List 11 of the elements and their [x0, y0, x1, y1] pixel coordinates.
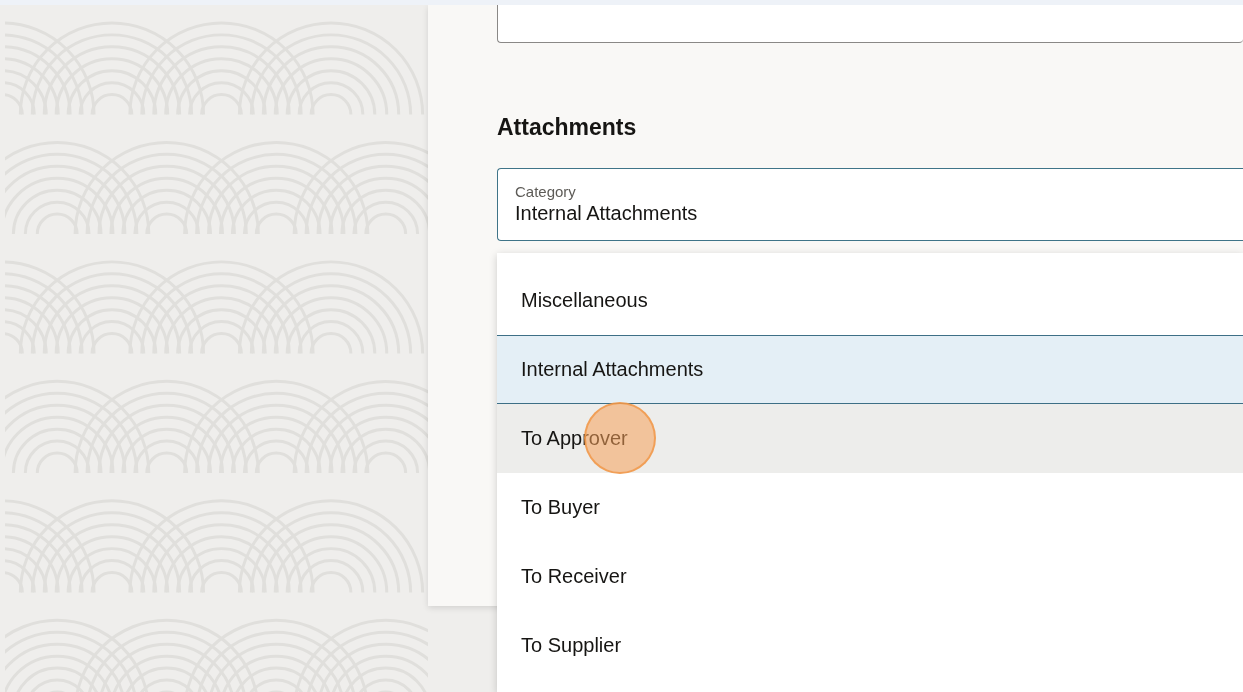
dropdown-option[interactable]: To Approver [497, 404, 1243, 473]
field-label: Category [515, 183, 577, 201]
dropdown-option[interactable]: To Buyer [497, 473, 1243, 542]
dropdown-option[interactable]: To Supplier [497, 611, 1243, 680]
input-field[interactable] [497, 5, 1243, 43]
dropdown-option[interactable]: Miscellaneous [497, 266, 1243, 335]
dropdown-option[interactable]: Internal Attachments [497, 335, 1243, 404]
category-field[interactable]: Category Internal Attachments [497, 168, 1243, 241]
section-heading: Attachments [497, 113, 638, 142]
dropdown-option[interactable]: To Receiver [497, 542, 1243, 611]
field-value: Internal Attachments [515, 201, 699, 225]
